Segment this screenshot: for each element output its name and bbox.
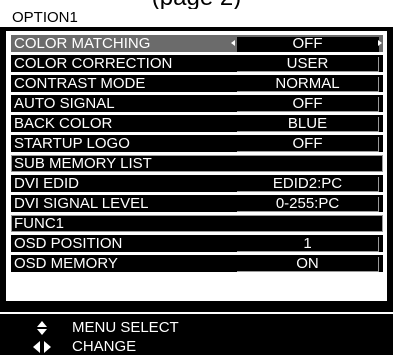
menu-item-value[interactable]: 0-255:PC bbox=[237, 196, 379, 212]
menu-item-value[interactable]: OFF bbox=[237, 136, 379, 152]
menu-panel: COLOR MATCHING OFF COLOR CORRECTION USER… bbox=[6, 31, 387, 301]
arrow-left-icon[interactable] bbox=[231, 40, 235, 46]
menu-item-label: DVI EDID bbox=[14, 175, 80, 192]
guide-change-label: CHANGE bbox=[72, 338, 137, 355]
menu-item-value[interactable]: USER bbox=[237, 56, 379, 72]
menu-item-label: OSD POSITION bbox=[14, 235, 123, 252]
menu-item-auto-signal[interactable]: AUTO SIGNAL OFF bbox=[11, 95, 383, 112]
guide-menu-select-label: MENU SELECT bbox=[72, 319, 179, 336]
menu-item-label: OSD MEMORY bbox=[14, 255, 118, 272]
menu-item-startup-logo[interactable]: STARTUP LOGO OFF bbox=[11, 135, 383, 152]
menu-item-color-correction[interactable]: COLOR CORRECTION USER bbox=[11, 55, 383, 72]
menu-item-value[interactable]: ON bbox=[237, 256, 379, 272]
menu-item-dvi-edid[interactable]: DVI EDID EDID2:PC bbox=[11, 175, 383, 192]
menu-item-osd-memory[interactable]: OSD MEMORY ON bbox=[11, 255, 383, 272]
menu-item-contrast-mode[interactable]: CONTRAST MODE NORMAL bbox=[11, 75, 383, 92]
menu-item-osd-position[interactable]: OSD POSITION 1 bbox=[11, 235, 383, 252]
osd-menu: OPTION1 COLOR MATCHING OFF COLOR CORRECT… bbox=[0, 9, 393, 355]
menu-item-back-color[interactable]: BACK COLOR BLUE bbox=[11, 115, 383, 132]
menu-item-label: COLOR CORRECTION bbox=[14, 55, 173, 72]
menu-item-func1[interactable]: FUNC1 bbox=[11, 215, 383, 232]
menu-item-value[interactable]: 1 bbox=[237, 236, 379, 252]
menu-item-label: BACK COLOR bbox=[14, 115, 113, 132]
menu-item-value[interactable]: EDID2:PC bbox=[237, 176, 379, 192]
menu-item-label: SUB MEMORY LIST bbox=[14, 155, 152, 172]
menu-item-label: AUTO SIGNAL bbox=[14, 95, 115, 112]
menu-item-label: COLOR MATCHING bbox=[14, 35, 151, 52]
menu-title: OPTION1 bbox=[0, 9, 393, 27]
menu-item-dvi-signal-level[interactable]: DVI SIGNAL LEVEL 0-255:PC bbox=[11, 195, 383, 212]
menu-item-label: CONTRAST MODE bbox=[14, 75, 146, 92]
left-right-arrow-icon bbox=[33, 341, 51, 353]
menu-item-sub-memory-list[interactable]: SUB MEMORY LIST bbox=[11, 155, 383, 172]
menu-item-value[interactable]: NORMAL bbox=[237, 76, 379, 92]
menu-item-label: STARTUP LOGO bbox=[14, 135, 130, 152]
up-down-arrow-icon bbox=[37, 321, 47, 335]
menu-item-value[interactable]: OFF bbox=[237, 96, 379, 112]
menu-item-value[interactable]: BLUE bbox=[237, 116, 379, 132]
arrow-right-icon[interactable] bbox=[378, 40, 382, 46]
menu-item-value[interactable]: OFF bbox=[237, 36, 379, 52]
menu-item-label: FUNC1 bbox=[14, 215, 65, 232]
operation-guide: MENU SELECT CHANGE bbox=[0, 312, 393, 355]
menu-item-label: DVI SIGNAL LEVEL bbox=[14, 195, 149, 212]
menu-item-color-matching[interactable]: COLOR MATCHING OFF bbox=[11, 35, 383, 52]
